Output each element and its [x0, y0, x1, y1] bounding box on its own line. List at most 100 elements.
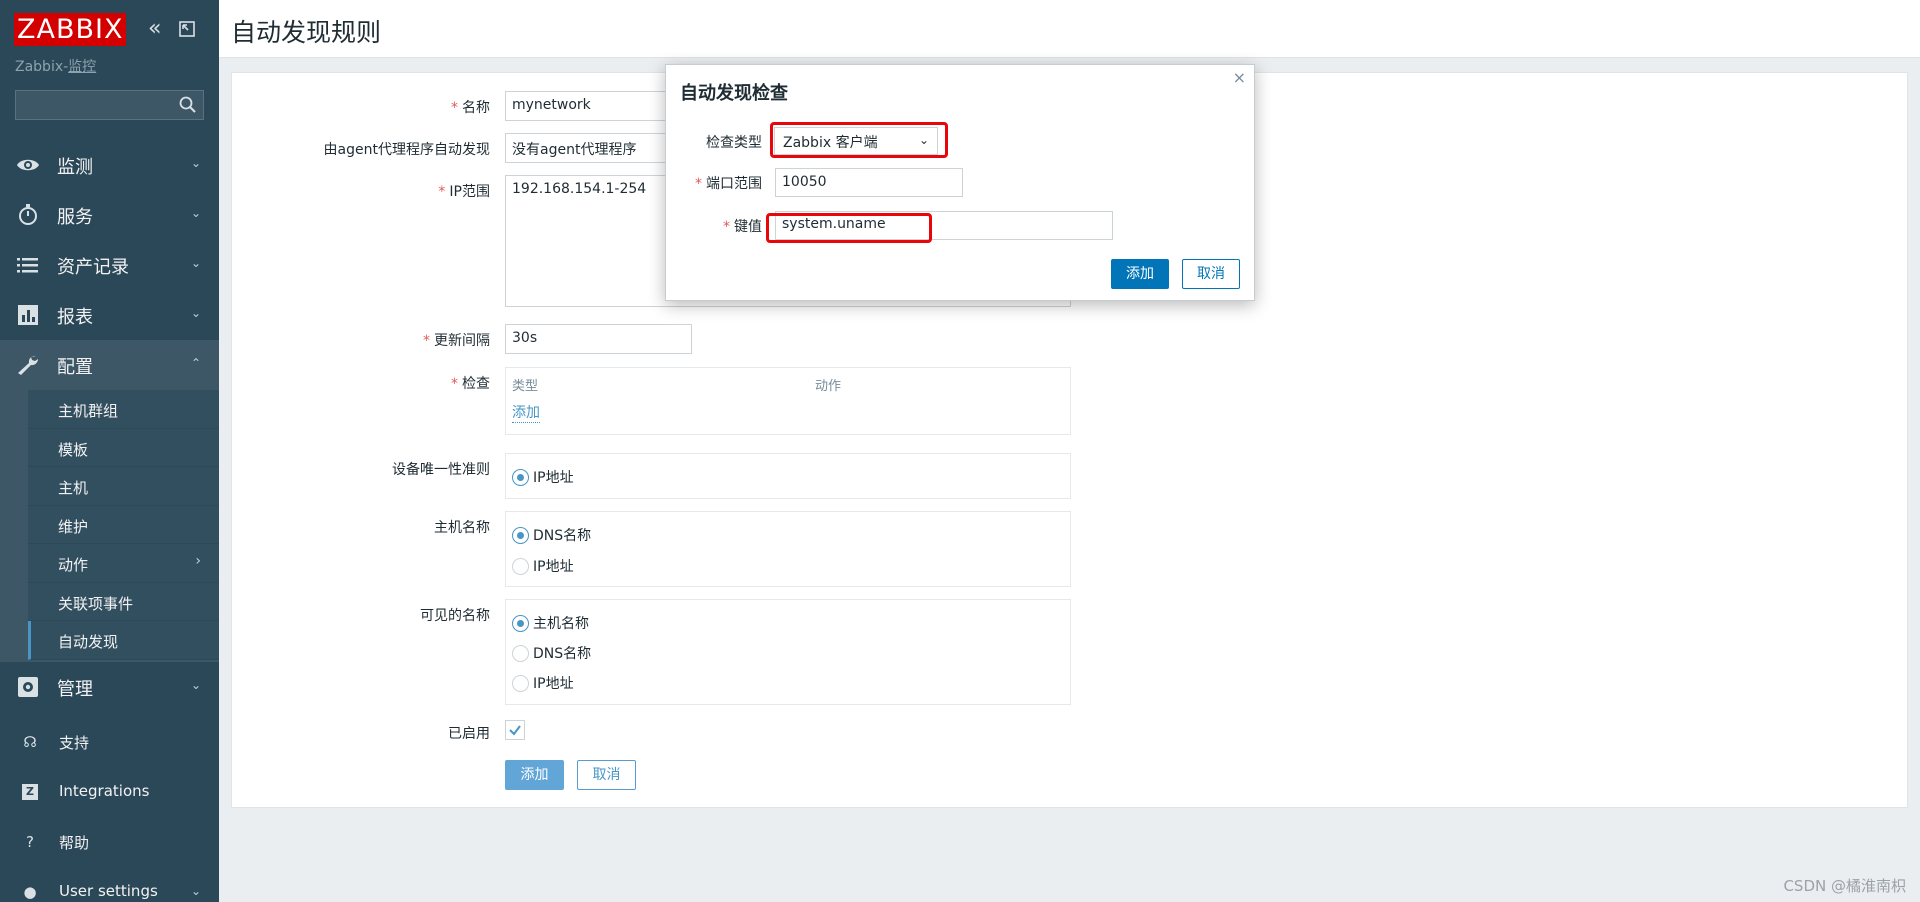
close-icon[interactable]: × — [1233, 68, 1246, 87]
checks-label: * 检查 — [451, 376, 490, 392]
zabbix-logo[interactable]: ZABBIX — [14, 13, 127, 46]
dialog-add-button[interactable]: 添加 — [1111, 259, 1169, 289]
radio-label: IP地址 — [533, 559, 574, 575]
uniqueness-radio-group: IP地址 — [505, 453, 1071, 499]
host-name-option-ip[interactable]: IP地址 — [512, 556, 574, 576]
nav-label-user-settings: User settings — [59, 882, 158, 900]
nav-item-user-settings[interactable]: ● User settings ⌄ — [0, 868, 219, 902]
chevron-down-icon: ⌄ — [190, 677, 201, 692]
radio-checked[interactable] — [512, 615, 529, 632]
cog-icon — [18, 676, 38, 697]
enabled-label: 已启用 — [448, 726, 490, 742]
sub-item-actions[interactable]: 动作 › — [28, 544, 219, 583]
key-input[interactable]: system.uname — [775, 211, 1113, 240]
nav-item-services[interactable]: 服务 ⌄ — [0, 190, 219, 240]
radio-unchecked[interactable] — [512, 558, 529, 575]
visible-name-label: 可见的名称 — [420, 608, 490, 624]
radio-label: IP地址 — [533, 470, 574, 486]
question-icon: ? — [26, 833, 34, 851]
search-icon[interactable] — [178, 95, 198, 115]
port-range-input[interactable]: 10050 — [775, 168, 963, 197]
check-type-label: 检查类型 — [706, 135, 762, 151]
chevron-down-icon: ⌄ — [190, 256, 201, 270]
enabled-checkbox[interactable] — [505, 720, 525, 740]
nav-item-help[interactable]: ? 帮助 — [0, 818, 219, 868]
sub-item-event-correlation[interactable]: 关联项事件 — [28, 582, 219, 621]
name-label: * 名称 — [451, 100, 490, 116]
nav-item-administration[interactable]: 管理 ⌄ — [0, 662, 219, 712]
check-type-select[interactable]: Zabbix 客户端 ⌄ — [774, 127, 938, 155]
sub-item-label: 维护 — [58, 517, 89, 536]
radio-unchecked[interactable] — [512, 645, 529, 662]
collapse-sidebar-icon[interactable]: « — [148, 18, 161, 40]
host-name-label: 主机名称 — [434, 520, 490, 536]
nav-label-support: 支持 — [59, 734, 90, 752]
eye-icon — [17, 159, 39, 171]
update-interval-label-text: 更新间隔 — [434, 333, 490, 349]
visible-name-option-dns[interactable]: DNS名称 — [512, 643, 591, 663]
stopwatch-icon — [19, 204, 37, 225]
nav-label-inventory: 资产记录 — [57, 257, 129, 278]
proxy-label: 由agent代理程序自动发现 — [323, 142, 490, 158]
logo-row: ZABBIX « — [0, 0, 219, 52]
sub-item-host-groups[interactable]: 主机群组 — [28, 390, 219, 429]
nav-label-integrations: Integrations — [59, 782, 150, 800]
wrench-icon — [18, 355, 39, 375]
name-label-text: 名称 — [462, 100, 490, 116]
sub-item-hosts[interactable]: 主机 — [28, 467, 219, 506]
server-name-link[interactable]: 监控 — [68, 59, 96, 75]
sub-item-discovery[interactable]: 自动发现 — [28, 621, 219, 660]
nav-item-monitoring[interactable]: 监测 ⌄ — [0, 140, 219, 190]
host-name-option-dns[interactable]: DNS名称 — [512, 525, 591, 545]
check-type-value: Zabbix 客户端 — [783, 135, 878, 151]
dialog-title: 自动发现检查 — [680, 83, 788, 104]
update-interval-label: * 更新间隔 — [423, 333, 490, 349]
visible-name-option-ip[interactable]: IP地址 — [512, 673, 574, 693]
form-cancel-button[interactable]: 取消 — [577, 760, 636, 790]
host-name-radio-group: DNS名称 IP地址 — [505, 511, 1071, 587]
visible-name-radio-group: 主机名称 DNS名称 IP地址 — [505, 599, 1071, 705]
chevron-down-icon: ⌄ — [918, 133, 929, 147]
uniqueness-option-ip[interactable]: IP地址 — [512, 467, 574, 487]
uniqueness-label: 设备唯一性准则 — [392, 462, 490, 478]
list-icon — [17, 258, 38, 273]
checks-col-action: 动作 — [815, 379, 842, 394]
radio-label: DNS名称 — [533, 646, 592, 662]
dialog-cancel-button[interactable]: 取消 — [1182, 259, 1240, 289]
sub-item-maintenance[interactable]: 维护 — [28, 505, 219, 544]
nav-item-integrations[interactable]: Z Integrations — [0, 768, 219, 818]
form-add-button[interactable]: 添加 — [505, 760, 564, 790]
radio-unchecked[interactable] — [512, 675, 529, 692]
nav-label-configuration: 配置 — [57, 357, 93, 378]
port-range-label: * 端口范围 — [695, 176, 762, 192]
port-range-label-text: 端口范围 — [706, 176, 762, 192]
radio-checked[interactable] — [512, 469, 529, 486]
nav-label-services: 服务 — [57, 207, 93, 228]
chevron-down-icon: ⌄ — [190, 206, 201, 220]
checkmark-icon — [509, 725, 521, 736]
sub-item-label: 主机 — [58, 479, 89, 497]
bar-chart-icon — [18, 305, 38, 325]
radio-checked[interactable] — [512, 527, 529, 544]
page-header: 自动发现规则 — [219, 0, 1920, 58]
visible-name-option-host[interactable]: 主机名称 — [512, 613, 589, 633]
sidebar: ZABBIX « Zabbix-监控 监测 ⌄ 服务 ⌄ 资产记录 ⌄ 报表 ⌄… — [0, 0, 219, 902]
headset-icon: ☊ — [23, 733, 37, 751]
nav-item-support[interactable]: ☊ 支持 — [0, 718, 219, 768]
checks-add-link[interactable]: 添加 — [512, 402, 540, 423]
chevron-down-icon: ⌄ — [190, 884, 201, 898]
nav-label-administration: 管理 — [57, 678, 93, 700]
kiosk-mode-icon[interactable] — [178, 20, 196, 38]
update-interval-input[interactable]: 30s — [505, 324, 692, 354]
nav-item-configuration[interactable]: 配置 ⌃ — [0, 340, 219, 390]
nav-item-inventory[interactable]: 资产记录 ⌄ — [0, 240, 219, 290]
sub-item-label: 模板 — [58, 440, 89, 459]
chevron-down-icon: ⌄ — [190, 156, 201, 170]
sub-item-label: 主机群组 — [58, 402, 119, 420]
nav-label-monitoring: 监测 — [57, 157, 93, 178]
watermark: CSDN @橘淮南枳 — [1783, 877, 1906, 895]
nav-item-reports[interactable]: 报表 ⌄ — [0, 290, 219, 340]
sidebar-search-input[interactable] — [15, 90, 204, 120]
sub-item-templates[interactable]: 模板 — [28, 428, 219, 467]
main-nav: 监测 ⌄ 服务 ⌄ 资产记录 ⌄ 报表 ⌄ 配置 ⌃ 主机群组 模板 主机 维护… — [0, 140, 219, 712]
